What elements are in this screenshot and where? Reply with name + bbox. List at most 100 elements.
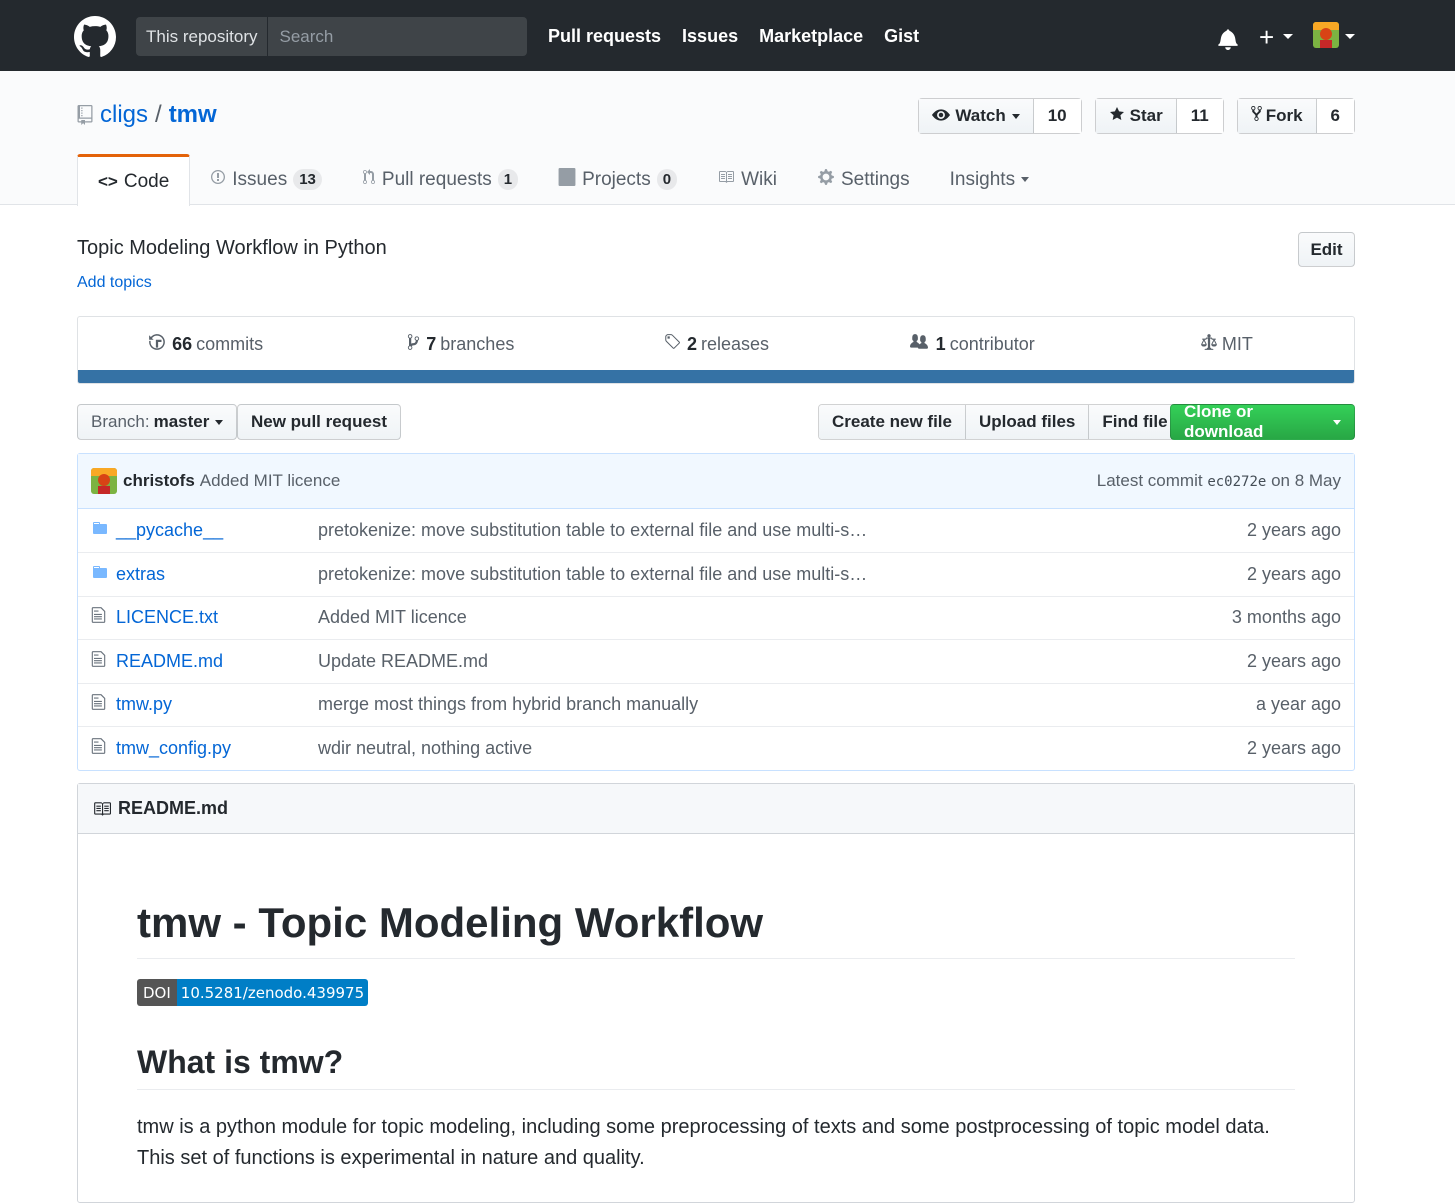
- table-row: __pycache__ pretokenize: move substitutio…: [78, 509, 1354, 553]
- file-actions-group: Create new file Upload files Find file: [818, 404, 1182, 440]
- readme: README.md tmw - Topic Modeling Workflow …: [77, 783, 1355, 1203]
- file-name-cell: __pycache__: [116, 509, 318, 553]
- commit-message-link[interactable]: Added MIT licence: [318, 607, 467, 627]
- tab-label: Insights: [949, 168, 1016, 190]
- readme-header: README.md: [78, 784, 1354, 834]
- edit-button[interactable]: Edit: [1298, 232, 1355, 267]
- chevron-down-icon[interactable]: [1345, 34, 1355, 39]
- file-icon: [78, 727, 116, 771]
- repo-owner-link[interactable]: cligs: [100, 101, 148, 129]
- find-file-button[interactable]: Find file: [1089, 405, 1181, 439]
- book-icon: [92, 800, 112, 818]
- add-topics-link[interactable]: Add topics: [77, 274, 152, 292]
- watch-button[interactable]: Watch: [919, 99, 1034, 133]
- file-link[interactable]: README.md: [116, 651, 223, 671]
- doi-badge[interactable]: DOI 10.5281/zenodo.439975: [137, 979, 369, 1007]
- commit-message-link[interactable]: Update README.md: [318, 651, 488, 671]
- nav-gist[interactable]: Gist: [884, 26, 919, 47]
- file-name-cell: extras: [116, 553, 318, 597]
- commit-sha-link[interactable]: ec0272e: [1207, 474, 1266, 490]
- github-logo-icon[interactable]: [74, 16, 116, 58]
- commit-message-cell: wdir neutral, nothing active: [318, 727, 1166, 771]
- project-icon: [558, 168, 576, 191]
- branch-select-button[interactable]: Branch: master: [77, 404, 238, 440]
- commit-tease: christofs Added MIT licence Latest commi…: [78, 454, 1354, 509]
- branches-label: branches: [440, 333, 515, 354]
- search-bar: This repository: [136, 17, 527, 56]
- readme-title: tmw - Topic Modeling Workflow: [137, 898, 1295, 960]
- watch-label: Watch: [955, 106, 1006, 125]
- file-name-cell: LICENCE.txt: [116, 596, 318, 640]
- readme-filename: README.md: [118, 798, 229, 818]
- tab-issues[interactable]: Issues 13: [190, 154, 342, 205]
- file-link[interactable]: __pycache__: [116, 520, 223, 540]
- book-icon: [717, 169, 735, 190]
- search-scope: This repository: [136, 17, 269, 56]
- new-pull-request-button[interactable]: New pull request: [237, 404, 402, 440]
- star-label: Star: [1129, 106, 1163, 125]
- branches-count: 7: [426, 333, 437, 354]
- upload-files-button[interactable]: Upload files: [966, 405, 1090, 439]
- star-group: Star 11: [1094, 98, 1224, 134]
- file-link[interactable]: tmw_config.py: [116, 738, 231, 758]
- create-new-file-button[interactable]: Create new file: [819, 405, 966, 439]
- bell-icon[interactable]: [1217, 28, 1239, 50]
- file-name-cell: tmw.py: [116, 683, 318, 727]
- git-branch-icon: [407, 333, 420, 356]
- issues-counter: 13: [293, 169, 322, 190]
- nav-pull-requests[interactable]: Pull requests: [548, 26, 661, 47]
- releases-label: releases: [700, 333, 770, 354]
- top-header: This repository Pull requests Issues Mar…: [0, 0, 1455, 71]
- path-separator: /: [155, 101, 162, 128]
- repo-name-link[interactable]: tmw: [169, 101, 217, 129]
- star-button[interactable]: Star: [1095, 99, 1177, 133]
- tab-wiki[interactable]: Wiki: [697, 154, 797, 205]
- fork-button[interactable]: Fork: [1237, 99, 1317, 133]
- commit-message-link[interactable]: Added MIT licence: [200, 471, 340, 491]
- table-row: extras pretokenize: move substitution tab…: [78, 552, 1354, 597]
- tab-projects[interactable]: Projects 0: [538, 154, 697, 205]
- star-count[interactable]: 11: [1176, 99, 1223, 133]
- commit-message-link[interactable]: wdir neutral, nothing active: [318, 738, 532, 758]
- repo-title: cligs / tmw: [77, 101, 217, 129]
- tab-insights[interactable]: Insights: [930, 154, 1049, 205]
- avatar[interactable]: [91, 468, 117, 494]
- commit-message-link[interactable]: pretokenize: move substitution table to …: [318, 520, 867, 540]
- license-link[interactable]: MIT: [1099, 333, 1354, 356]
- commit-message-cell: Update README.md: [318, 640, 1166, 684]
- repo-actions: Watch 10 Star 11 Fork 6: [905, 98, 1355, 134]
- commit-message-link[interactable]: merge most things from hybrid branch man…: [318, 694, 698, 714]
- nav-marketplace[interactable]: Marketplace: [759, 26, 863, 47]
- clone-or-download-button[interactable]: Clone or download: [1170, 402, 1355, 441]
- plus-icon[interactable]: +: [1259, 22, 1274, 53]
- tab-pull-requests[interactable]: Pull requests 1: [342, 154, 538, 205]
- file-link[interactable]: extras: [116, 564, 165, 584]
- avatar[interactable]: [1313, 22, 1339, 48]
- file-link[interactable]: LICENCE.txt: [116, 607, 218, 627]
- chevron-down-icon: [215, 419, 224, 425]
- releases-link[interactable]: 2 releases: [588, 333, 843, 356]
- commit-message-link[interactable]: pretokenize: move substitution table to …: [318, 564, 867, 584]
- table-row: tmw_config.py wdir neutral, nothing activ…: [78, 726, 1354, 771]
- doi-value: 10.5281/zenodo.439975: [176, 979, 369, 1007]
- star-icon: [1109, 106, 1125, 127]
- watch-count[interactable]: 10: [1033, 99, 1081, 133]
- commit-date: on 8 May: [1271, 471, 1341, 490]
- nav-issues[interactable]: Issues: [682, 26, 738, 47]
- commit-message-cell: pretokenize: move substitution table to …: [318, 509, 1166, 553]
- search-input[interactable]: [268, 26, 519, 47]
- issue-opened-icon: [210, 169, 226, 190]
- projects-counter: 0: [656, 169, 678, 190]
- pull-requests-counter: 1: [497, 169, 519, 190]
- commit-author-link[interactable]: christofs: [123, 471, 195, 491]
- commits-link[interactable]: 66 commits: [78, 333, 333, 356]
- fork-count[interactable]: 6: [1316, 99, 1354, 133]
- tab-code[interactable]: <> Code: [77, 154, 191, 206]
- age-cell: 3 months ago: [1231, 607, 1341, 628]
- chevron-down-icon[interactable]: [1283, 34, 1293, 39]
- file-link[interactable]: tmw.py: [116, 694, 172, 714]
- branches-link[interactable]: 7 branches: [333, 333, 588, 356]
- tab-settings[interactable]: Settings: [797, 154, 930, 205]
- language-bar[interactable]: [78, 370, 1354, 383]
- contributors-link[interactable]: 1 contributor: [844, 333, 1099, 356]
